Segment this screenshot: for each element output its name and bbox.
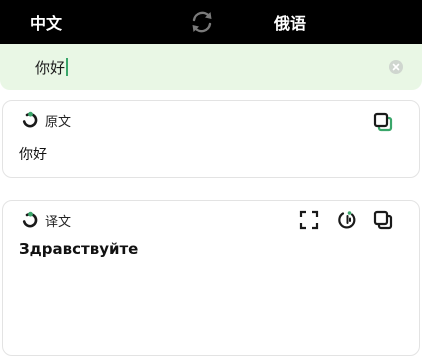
speak-icon <box>338 211 356 229</box>
swap-languages-button[interactable] <box>187 7 217 37</box>
source-language-button[interactable]: 中文 <box>30 0 62 44</box>
source-card: 原文 你好 <box>2 100 420 178</box>
result-card-header: 译文 <box>21 209 71 231</box>
fullscreen-button[interactable] <box>298 209 320 231</box>
copy-icon <box>373 112 393 132</box>
input-row: 你好 <box>0 44 422 90</box>
result-card-title: 译文 <box>45 214 72 230</box>
clear-icon <box>392 63 400 71</box>
source-card-title: 原文 <box>45 114 72 130</box>
speak-button[interactable] <box>336 209 358 231</box>
clear-button[interactable] <box>389 60 403 74</box>
text-input[interactable]: 你好 <box>35 44 69 90</box>
input-value: 你好 <box>35 58 66 77</box>
result-card: 译文 Здравствуйте <box>2 200 420 356</box>
copy-result-button[interactable] <box>372 209 394 231</box>
brand-logo-icon <box>22 211 38 228</box>
source-text: 你好 <box>19 147 47 163</box>
fullscreen-icon <box>299 210 319 230</box>
source-card-header: 原文 <box>21 109 71 131</box>
copy-icon <box>373 210 393 230</box>
copy-source-button[interactable] <box>372 111 394 133</box>
translation-text: Здравствуйте <box>19 240 139 258</box>
brand-logo-icon <box>22 111 38 128</box>
target-language-button[interactable]: 俄语 <box>274 0 306 44</box>
language-bar: 中文 俄语 <box>0 0 422 44</box>
text-caret <box>66 58 69 76</box>
refresh-swap-icon <box>192 11 212 33</box>
